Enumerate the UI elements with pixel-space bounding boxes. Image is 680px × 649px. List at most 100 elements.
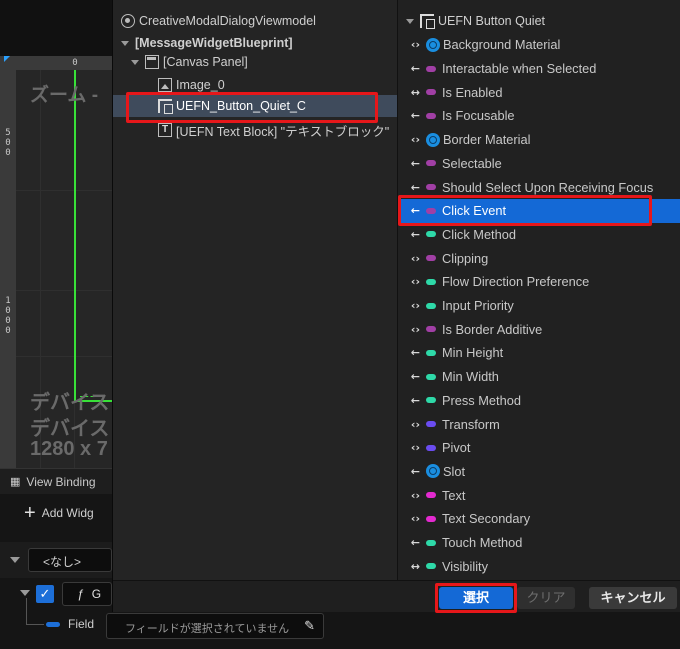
ruler-label: 0 — [5, 326, 11, 336]
property-label: Click Method — [442, 226, 516, 242]
add-widget-label: Add Widg — [41, 506, 94, 520]
highlight-frame — [126, 92, 378, 123]
designer-canvas[interactable]: 0 5 0 0 1 0 0 0 ズーム - デバイス デバイス 1280 x 7 — [0, 56, 112, 468]
property-label: Flow Direction Preference — [442, 274, 590, 290]
property-label: Slot — [443, 463, 466, 479]
binding-direction-icon: ↔ — [410, 85, 420, 99]
binding-function-dropdown[interactable]: ƒG — [62, 582, 112, 606]
tree-item-label: CreativeModalDialogViewmodel — [139, 14, 316, 28]
binding-direction-icon: ‹› — [410, 512, 420, 526]
type-pin-icon — [426, 492, 436, 499]
ruler-label: 0 — [5, 316, 11, 326]
field-picker[interactable]: フィールドが選択されていません ✎ — [106, 613, 324, 639]
property-item[interactable]: ‹› Is Border Additive — [398, 317, 680, 341]
zoom-overlay-text: ズーム - — [30, 85, 99, 106]
text-block-icon: T — [158, 123, 172, 137]
grid-line — [0, 356, 112, 357]
binding-direction-icon: ← — [410, 346, 420, 360]
binding-direction-icon: ← — [410, 464, 420, 478]
expand-arrow-icon[interactable] — [406, 18, 414, 24]
safe-zone-line — [74, 70, 76, 402]
collapse-arrow-icon[interactable] — [20, 590, 30, 596]
type-pin-icon — [426, 65, 436, 72]
type-pin-icon — [426, 255, 436, 262]
property-label: Min Width — [442, 369, 499, 385]
binding-enabled-checkbox[interactable]: ✓ — [36, 585, 54, 603]
binding-direction-icon: ‹› — [410, 133, 420, 147]
binding-function-row: ✓ ƒG — [0, 580, 112, 610]
ruler-label: 0 — [5, 138, 11, 148]
binding-direction-icon: ‹› — [410, 417, 420, 431]
property-label: Is Border Additive — [442, 321, 543, 337]
collapse-arrow-icon[interactable] — [10, 557, 20, 563]
property-item[interactable]: ↔ Is Enabled — [398, 80, 680, 104]
type-pin-icon — [426, 184, 436, 191]
field-label: Field — [68, 617, 95, 631]
property-label: Is Enabled — [442, 84, 503, 100]
tree-item-viewmodel[interactable]: CreativeModalDialogViewmodel — [113, 10, 316, 32]
binding-source-dropdown[interactable]: <なし> — [28, 548, 112, 572]
clear-button[interactable]: クリア — [517, 587, 575, 609]
type-pin-icon — [426, 302, 436, 309]
property-item[interactable]: ‹› Text Secondary — [398, 507, 680, 531]
expand-arrow-icon[interactable] — [121, 40, 129, 46]
type-pin-icon — [426, 278, 436, 285]
add-widget-button[interactable]: + Add Widg — [24, 503, 94, 523]
property-item[interactable]: ↔ Visibility — [398, 554, 680, 578]
property-item[interactable]: ← Is Focusable — [398, 104, 680, 128]
property-list-header[interactable]: UEFN Button Quiet — [398, 10, 545, 32]
type-pin-icon — [426, 397, 436, 404]
ruler-label: 0 — [72, 58, 78, 68]
property-item[interactable]: ← Selectable — [398, 152, 680, 176]
property-label: Border Material — [443, 132, 531, 148]
type-pin-icon — [426, 160, 436, 167]
ruler-corner-marker — [4, 56, 10, 62]
property-item[interactable]: ‹› Transform — [398, 412, 680, 436]
property-label: Selectable — [442, 155, 502, 171]
binding-direction-icon: ‹› — [410, 322, 420, 336]
function-icon: ƒ — [77, 587, 84, 601]
property-list-pane: UEFN Button Quiet ‹› Background Material ←… — [397, 0, 680, 580]
tree-item-label: Image_0 — [176, 78, 225, 92]
property-label: Text — [442, 487, 466, 503]
property-item[interactable]: ← Min Width — [398, 365, 680, 389]
property-item[interactable]: ‹› Text — [398, 483, 680, 507]
binding-direction-icon: ‹› — [410, 299, 420, 313]
property-item[interactable]: ← Interactable when Selected — [398, 57, 680, 81]
expand-arrow-icon[interactable] — [131, 59, 139, 65]
cancel-button[interactable]: キャンセル — [589, 587, 677, 609]
pencil-icon[interactable]: ✎ — [304, 618, 315, 634]
property-label: Pivot — [442, 440, 471, 456]
property-item[interactable]: ‹› Flow Direction Preference — [398, 270, 680, 294]
ruler-label: 0 — [5, 148, 11, 158]
binding-direction-icon: ‹› — [410, 275, 420, 289]
property-item[interactable]: ‹› Clipping — [398, 246, 680, 270]
property-item[interactable]: ‹› Pivot — [398, 436, 680, 460]
tree-item-canvas-panel[interactable]: [Canvas Panel] — [113, 51, 248, 73]
type-pin-icon — [426, 373, 436, 380]
property-item[interactable]: ← Min Height — [398, 341, 680, 365]
type-pin-icon — [426, 231, 436, 238]
dialog-footer: 選択 クリア キャンセル — [113, 580, 680, 613]
field-placeholder: フィールドが選択されていません — [125, 623, 290, 635]
property-item[interactable]: ← Touch Method — [398, 531, 680, 555]
property-header-label: UEFN Button Quiet — [438, 14, 545, 28]
binding-selection-dialog: CreativeModalDialogViewmodel [MessageWid… — [112, 0, 680, 613]
property-label: Text Secondary — [442, 511, 531, 527]
property-item[interactable]: ‹› Border Material — [398, 128, 680, 152]
property-item[interactable]: ‹› Input Priority — [398, 294, 680, 318]
tree-connector — [26, 598, 27, 624]
horizontal-ruler: 0 — [0, 56, 112, 70]
property-item[interactable]: ← Press Method — [398, 389, 680, 413]
property-item[interactable]: ← Click Method — [398, 223, 680, 247]
property-item[interactable]: ‹› Background Material — [398, 33, 680, 57]
property-label: Should Select Upon Receiving Focus — [442, 179, 654, 195]
view-binding-tab[interactable]: ▦ View Binding — [0, 468, 112, 494]
property-item[interactable]: ← Slot — [398, 460, 680, 484]
grid-line — [0, 290, 112, 291]
property-label: Press Method — [442, 392, 521, 408]
tree-item-label: [UEFN Text Block] "テキストブロック" — [176, 124, 390, 139]
property-label: Interactable when Selected — [442, 61, 597, 77]
type-pin-icon — [426, 444, 436, 451]
property-label: Input Priority — [442, 298, 514, 314]
